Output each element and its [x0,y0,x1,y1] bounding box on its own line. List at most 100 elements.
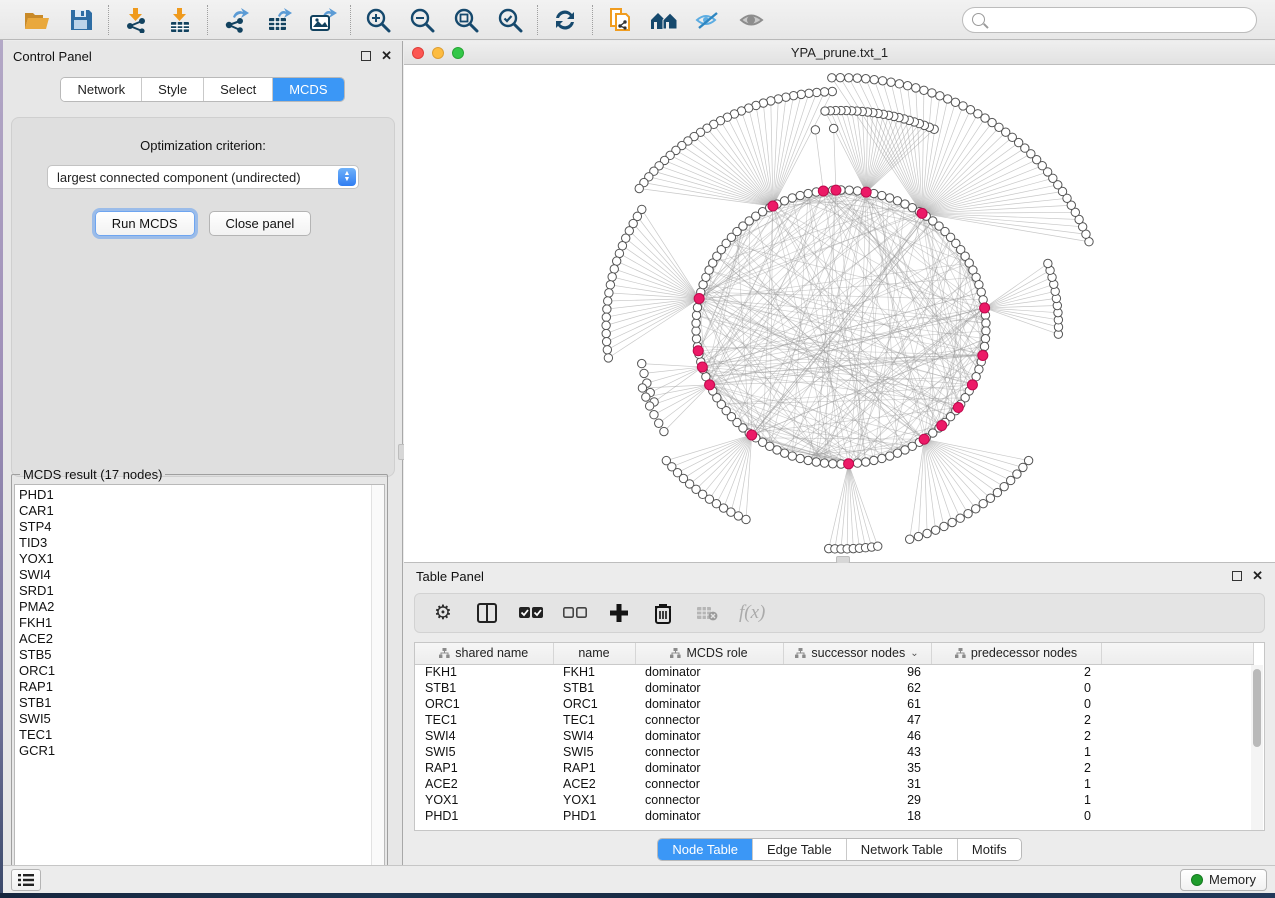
search-field[interactable] [990,12,1247,27]
run-mcds-button[interactable]: Run MCDS [95,211,195,236]
table-cell[interactable] [1101,712,1253,728]
show-graphics-details-icon[interactable] [737,5,767,35]
table-cell[interactable] [1101,728,1253,744]
mcds-result-item[interactable]: YOX1 [19,551,384,567]
column-header-empty[interactable] [1101,643,1253,664]
node-table[interactable]: shared namenameMCDS rolesuccessor nodes⌄… [414,642,1265,831]
column-layout-icon[interactable] [475,601,499,625]
task-history-button[interactable] [11,869,41,891]
table-cell[interactable]: dominator [635,680,783,696]
mcds-result-item[interactable]: RAP1 [19,679,384,695]
clear-selection-icon[interactable] [563,601,587,625]
table-tab-motifs[interactable]: Motifs [958,839,1021,860]
column-header-MCDS-role[interactable]: MCDS role [635,643,783,664]
table-cell[interactable]: connector [635,744,783,760]
float-panel-icon[interactable] [361,51,371,61]
table-cell[interactable]: 47 [783,712,931,728]
zoom-fit-icon[interactable] [451,5,481,35]
table-row[interactable]: YOX1YOX1connector291 [415,792,1253,808]
add-column-icon[interactable] [607,601,631,625]
table-row[interactable]: SWI5SWI5connector431 [415,744,1253,760]
table-row[interactable]: FKH1FKH1dominator962 [415,664,1253,680]
import-network-icon[interactable] [121,5,151,35]
mcds-result-item[interactable]: STB1 [19,695,384,711]
table-tab-network-table[interactable]: Network Table [847,839,958,860]
export-network-icon[interactable] [220,5,250,35]
table-cell[interactable]: dominator [635,808,783,824]
table-cell[interactable]: STB1 [553,680,635,696]
mcds-result-item[interactable]: FKH1 [19,615,384,631]
table-tab-edge-table[interactable]: Edge Table [753,839,847,860]
mcds-result-item[interactable]: TID3 [19,535,384,551]
table-cell[interactable]: ACE2 [553,776,635,792]
table-cell[interactable] [1101,696,1253,712]
table-cell[interactable]: 2 [931,760,1101,776]
table-cell[interactable]: ACE2 [415,776,553,792]
table-cell[interactable]: 61 [783,696,931,712]
result-list-scrollbar[interactable] [371,485,384,871]
column-header-predecessor-nodes[interactable]: predecessor nodes [931,643,1101,664]
table-cell[interactable]: 62 [783,680,931,696]
table-cell[interactable] [1101,792,1253,808]
table-cell[interactable]: SWI5 [415,744,553,760]
table-cell[interactable]: PHD1 [553,808,635,824]
zoom-selected-icon[interactable] [495,5,525,35]
mcds-result-item[interactable]: CAR1 [19,503,384,519]
optimization-criterion-select[interactable]: largest connected component (undirected)… [47,165,359,189]
tab-style[interactable]: Style [142,78,204,101]
table-cell[interactable]: RAP1 [553,760,635,776]
table-cell[interactable] [1101,808,1253,824]
close-panel-icon[interactable]: ✕ [381,51,392,61]
tab-network[interactable]: Network [61,78,142,101]
table-cell[interactable]: 0 [931,696,1101,712]
table-cell[interactable]: SWI4 [415,728,553,744]
network-canvas[interactable] [404,65,1273,560]
export-image-icon[interactable] [308,5,338,35]
table-scrollbar[interactable] [1251,665,1263,830]
table-cell[interactable]: SWI4 [553,728,635,744]
mcds-result-item[interactable]: ACE2 [19,631,384,647]
tab-mcds[interactable]: MCDS [273,78,343,101]
tab-select[interactable]: Select [204,78,273,101]
mcds-result-item[interactable]: STP4 [19,519,384,535]
table-tab-node-table[interactable]: Node Table [658,839,753,860]
table-cell[interactable]: YOX1 [415,792,553,808]
column-header-shared-name[interactable]: shared name [415,643,553,664]
zoom-in-icon[interactable] [363,5,393,35]
close-table-panel-icon[interactable]: ✕ [1252,571,1263,581]
mcds-result-item[interactable]: GCR1 [19,743,384,759]
table-cell[interactable]: ORC1 [553,696,635,712]
table-cell[interactable]: 43 [783,744,931,760]
table-row[interactable]: RAP1RAP1dominator352 [415,760,1253,776]
search-input[interactable] [962,7,1257,33]
zoom-out-icon[interactable] [407,5,437,35]
table-cell[interactable] [1101,776,1253,792]
save-icon[interactable] [66,5,96,35]
mcds-result-item[interactable]: PMA2 [19,599,384,615]
table-cell[interactable]: 2 [931,728,1101,744]
table-cell[interactable]: 18 [783,808,931,824]
table-cell[interactable]: TEC1 [553,712,635,728]
table-cell[interactable]: FKH1 [415,664,553,680]
mcds-result-list[interactable]: PHD1CAR1STP4TID3YOX1SWI4SRD1PMA2FKH1ACE2… [14,484,385,872]
table-cell[interactable] [1101,680,1253,696]
first-neighbors-icon[interactable] [649,5,679,35]
table-row[interactable]: STB1STB1dominator620 [415,680,1253,696]
table-cell[interactable] [1101,760,1253,776]
table-cell[interactable]: 96 [783,664,931,680]
table-scrollbar-thumb[interactable] [1253,669,1261,747]
import-table-icon[interactable] [165,5,195,35]
network-window-titlebar[interactable]: YPA_prune.txt_1 [404,41,1275,65]
table-cell[interactable]: 2 [931,712,1101,728]
table-cell[interactable]: RAP1 [415,760,553,776]
table-row[interactable]: SWI4SWI4dominator462 [415,728,1253,744]
table-cell[interactable]: dominator [635,728,783,744]
table-cell[interactable]: TEC1 [415,712,553,728]
mcds-result-item[interactable]: STB5 [19,647,384,663]
table-cell[interactable]: 0 [931,680,1101,696]
table-cell[interactable]: dominator [635,664,783,680]
column-header-successor-nodes[interactable]: successor nodes⌄ [783,643,931,664]
table-cell[interactable]: 31 [783,776,931,792]
table-row[interactable]: ORC1ORC1dominator610 [415,696,1253,712]
table-row[interactable]: PHD1PHD1dominator180 [415,808,1253,824]
